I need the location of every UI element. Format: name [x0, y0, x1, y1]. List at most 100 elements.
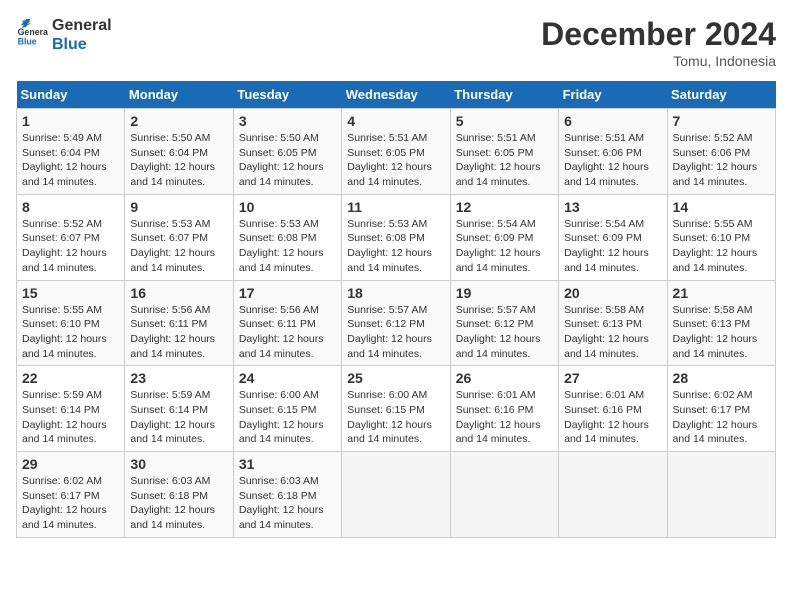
day-info: Sunrise: 5:56 AM Sunset: 6:11 PM Dayligh…	[239, 303, 336, 362]
day-number: 12	[456, 199, 553, 215]
calendar-cell: 22 Sunrise: 5:59 AM Sunset: 6:14 PM Dayli…	[17, 366, 125, 452]
calendar-cell: 29Sunrise: 6:02 AM Sunset: 6:17 PM Dayli…	[17, 452, 125, 538]
day-number: 1	[22, 113, 119, 129]
day-info: Sunrise: 5:58 AM Sunset: 6:13 PM Dayligh…	[673, 303, 770, 362]
day-info: Sunrise: 6:03 AM Sunset: 6:18 PM Dayligh…	[130, 474, 227, 533]
day-info: Sunrise: 5:57 AM Sunset: 6:12 PM Dayligh…	[456, 303, 553, 362]
day-info: Sunrise: 5:52 AM Sunset: 6:07 PM Dayligh…	[22, 217, 119, 276]
calendar-cell: 5Sunrise: 5:51 AM Sunset: 6:05 PM Daylig…	[450, 109, 558, 195]
day-number: 27	[564, 370, 661, 386]
day-number: 19	[456, 285, 553, 301]
day-info: Sunrise: 5:57 AM Sunset: 6:12 PM Dayligh…	[347, 303, 444, 362]
day-number: 22	[22, 370, 119, 386]
day-number: 24	[239, 370, 336, 386]
logo: General Blue General Blue	[16, 16, 112, 54]
day-number: 2	[130, 113, 227, 129]
day-info: Sunrise: 5:55 AM Sunset: 6:10 PM Dayligh…	[673, 217, 770, 276]
day-info: Sunrise: 5:53 AM Sunset: 6:08 PM Dayligh…	[347, 217, 444, 276]
calendar-cell: 26 Sunrise: 6:01 AM Sunset: 6:16 PM Dayli…	[450, 366, 558, 452]
day-info: Sunrise: 5:59 AM Sunset: 6:14 PM Dayligh…	[130, 388, 227, 447]
day-info: Sunrise: 5:59 AM Sunset: 6:14 PM Dayligh…	[22, 388, 119, 447]
svg-text:Blue: Blue	[18, 37, 37, 47]
header-day-saturday: Saturday	[667, 81, 775, 109]
day-number: 25	[347, 370, 444, 386]
calendar-cell: 15Sunrise: 5:55 AM Sunset: 6:10 PM Dayli…	[17, 280, 125, 366]
day-number: 23	[130, 370, 227, 386]
day-info: Sunrise: 5:50 AM Sunset: 6:05 PM Dayligh…	[239, 131, 336, 190]
calendar-cell: 3Sunrise: 5:50 AM Sunset: 6:05 PM Daylig…	[233, 109, 341, 195]
calendar-cell: 9 Sunrise: 5:53 AM Sunset: 6:07 PM Daylig…	[125, 194, 233, 280]
day-info: Sunrise: 5:54 AM Sunset: 6:09 PM Dayligh…	[456, 217, 553, 276]
calendar-cell: 18 Sunrise: 5:57 AM Sunset: 6:12 PM Dayli…	[342, 280, 450, 366]
day-number: 21	[673, 285, 770, 301]
day-info: Sunrise: 5:51 AM Sunset: 6:06 PM Dayligh…	[564, 131, 661, 190]
day-info: Sunrise: 6:01 AM Sunset: 6:16 PM Dayligh…	[564, 388, 661, 447]
day-info: Sunrise: 5:56 AM Sunset: 6:11 PM Dayligh…	[130, 303, 227, 362]
header-day-sunday: Sunday	[17, 81, 125, 109]
calendar-cell: 19 Sunrise: 5:57 AM Sunset: 6:12 PM Dayli…	[450, 280, 558, 366]
calendar-cell	[559, 452, 667, 538]
day-number: 4	[347, 113, 444, 129]
calendar-cell: 16Sunrise: 5:56 AM Sunset: 6:11 PM Dayli…	[125, 280, 233, 366]
day-number: 6	[564, 113, 661, 129]
calendar-cell: 23 Sunrise: 5:59 AM Sunset: 6:14 PM Dayli…	[125, 366, 233, 452]
day-number: 9	[130, 199, 227, 215]
calendar-body: 1 Sunrise: 5:49 AM Sunset: 6:04 PM Daylig…	[17, 109, 776, 538]
month-title: December 2024	[541, 16, 776, 53]
calendar-week-2: 8 Sunrise: 5:52 AM Sunset: 6:07 PM Daylig…	[17, 194, 776, 280]
header-day-thursday: Thursday	[450, 81, 558, 109]
svg-text:General: General	[18, 27, 48, 37]
calendar-cell: 14 Sunrise: 5:55 AM Sunset: 6:10 PM Dayli…	[667, 194, 775, 280]
day-info: Sunrise: 6:03 AM Sunset: 6:18 PM Dayligh…	[239, 474, 336, 533]
logo-icon: General Blue	[16, 19, 48, 51]
calendar-cell: 2 Sunrise: 5:50 AM Sunset: 6:04 PM Daylig…	[125, 109, 233, 195]
calendar-cell: 31 Sunrise: 6:03 AM Sunset: 6:18 PM Dayli…	[233, 452, 341, 538]
day-number: 18	[347, 285, 444, 301]
calendar-cell: 21 Sunrise: 5:58 AM Sunset: 6:13 PM Dayli…	[667, 280, 775, 366]
day-number: 8	[22, 199, 119, 215]
day-info: Sunrise: 5:52 AM Sunset: 6:06 PM Dayligh…	[673, 131, 770, 190]
title-block: December 2024 Tomu, Indonesia	[541, 16, 776, 69]
calendar-cell	[667, 452, 775, 538]
calendar-cell: 13Sunrise: 5:54 AM Sunset: 6:09 PM Dayli…	[559, 194, 667, 280]
header-day-monday: Monday	[125, 81, 233, 109]
calendar-cell: 27 Sunrise: 6:01 AM Sunset: 6:16 PM Dayli…	[559, 366, 667, 452]
calendar-cell: 10Sunrise: 5:53 AM Sunset: 6:08 PM Dayli…	[233, 194, 341, 280]
calendar-cell: 12 Sunrise: 5:54 AM Sunset: 6:09 PM Dayli…	[450, 194, 558, 280]
day-info: Sunrise: 5:49 AM Sunset: 6:04 PM Dayligh…	[22, 131, 119, 190]
calendar-cell: 6 Sunrise: 5:51 AM Sunset: 6:06 PM Daylig…	[559, 109, 667, 195]
logo-text-blue: Blue	[52, 35, 112, 54]
calendar-week-5: 29Sunrise: 6:02 AM Sunset: 6:17 PM Dayli…	[17, 452, 776, 538]
day-number: 31	[239, 456, 336, 472]
day-info: Sunrise: 6:00 AM Sunset: 6:15 PM Dayligh…	[239, 388, 336, 447]
calendar-cell: 28Sunrise: 6:02 AM Sunset: 6:17 PM Dayli…	[667, 366, 775, 452]
location: Tomu, Indonesia	[541, 53, 776, 69]
day-number: 10	[239, 199, 336, 215]
header-day-tuesday: Tuesday	[233, 81, 341, 109]
calendar-cell: 20Sunrise: 5:58 AM Sunset: 6:13 PM Dayli…	[559, 280, 667, 366]
day-info: Sunrise: 5:58 AM Sunset: 6:13 PM Dayligh…	[564, 303, 661, 362]
day-info: Sunrise: 6:01 AM Sunset: 6:16 PM Dayligh…	[456, 388, 553, 447]
day-number: 26	[456, 370, 553, 386]
calendar-cell: 8 Sunrise: 5:52 AM Sunset: 6:07 PM Daylig…	[17, 194, 125, 280]
day-number: 30	[130, 456, 227, 472]
day-number: 5	[456, 113, 553, 129]
day-number: 14	[673, 199, 770, 215]
day-info: Sunrise: 5:50 AM Sunset: 6:04 PM Dayligh…	[130, 131, 227, 190]
header-day-wednesday: Wednesday	[342, 81, 450, 109]
calendar-cell	[450, 452, 558, 538]
page-header: General Blue General Blue December 2024 …	[16, 16, 776, 69]
calendar-cell: 24 Sunrise: 6:00 AM Sunset: 6:15 PM Dayli…	[233, 366, 341, 452]
calendar-cell: 11 Sunrise: 5:53 AM Sunset: 6:08 PM Dayli…	[342, 194, 450, 280]
calendar-cell: 4 Sunrise: 5:51 AM Sunset: 6:05 PM Daylig…	[342, 109, 450, 195]
day-info: Sunrise: 6:02 AM Sunset: 6:17 PM Dayligh…	[22, 474, 119, 533]
day-info: Sunrise: 5:51 AM Sunset: 6:05 PM Dayligh…	[347, 131, 444, 190]
day-info: Sunrise: 5:53 AM Sunset: 6:07 PM Dayligh…	[130, 217, 227, 276]
logo-text-general: General	[52, 16, 112, 35]
calendar-cell: 17Sunrise: 5:56 AM Sunset: 6:11 PM Dayli…	[233, 280, 341, 366]
calendar-cell: 25Sunrise: 6:00 AM Sunset: 6:15 PM Dayli…	[342, 366, 450, 452]
calendar-cell: 7Sunrise: 5:52 AM Sunset: 6:06 PM Daylig…	[667, 109, 775, 195]
day-number: 11	[347, 199, 444, 215]
day-info: Sunrise: 5:55 AM Sunset: 6:10 PM Dayligh…	[22, 303, 119, 362]
calendar-week-1: 1 Sunrise: 5:49 AM Sunset: 6:04 PM Daylig…	[17, 109, 776, 195]
